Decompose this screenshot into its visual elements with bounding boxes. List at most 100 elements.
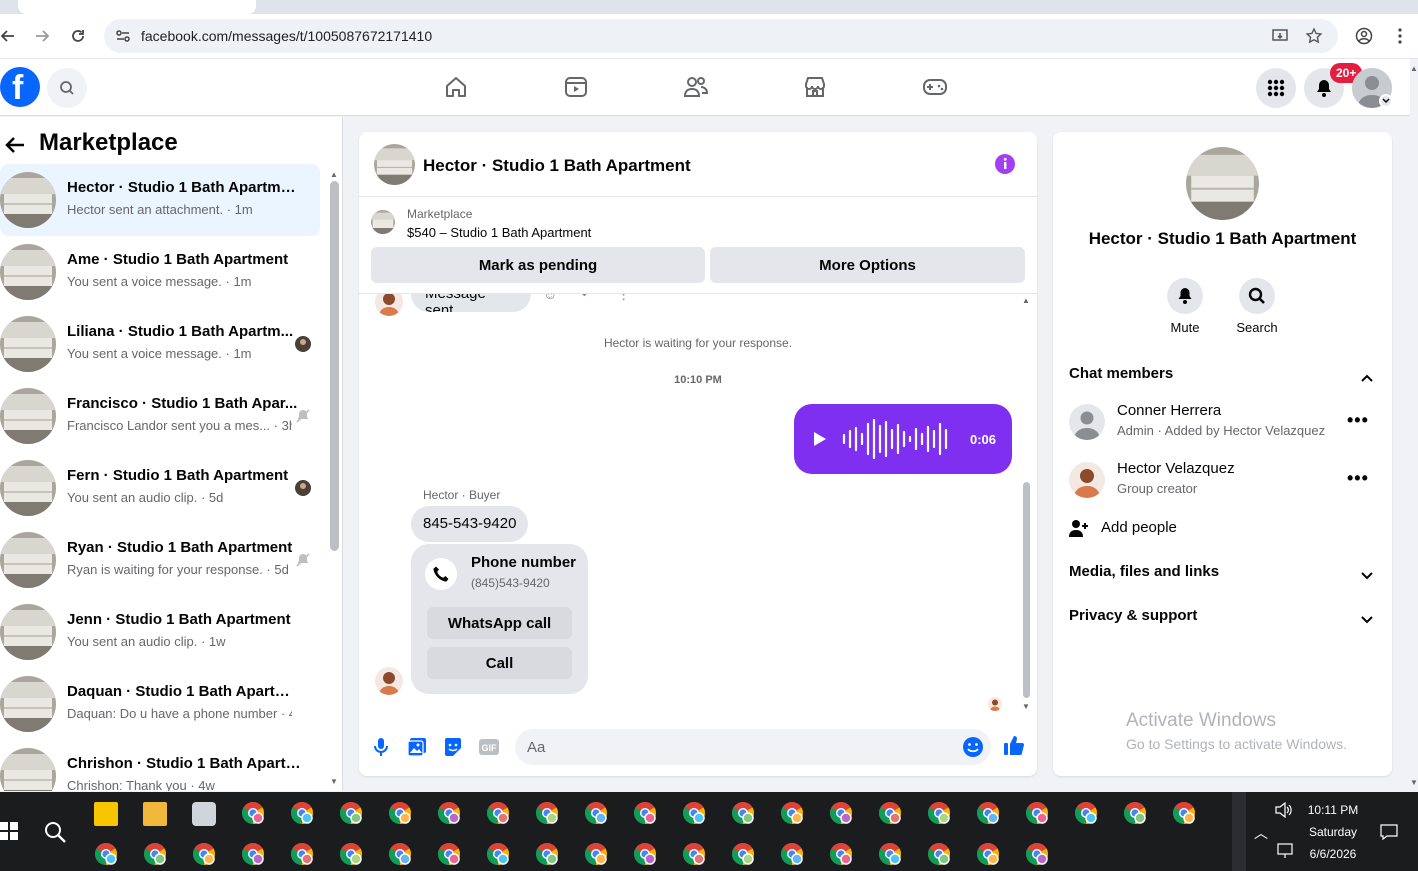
friends-icon[interactable]	[682, 73, 710, 101]
chrome-taskbar-icon[interactable]	[731, 801, 755, 825]
chrome-taskbar-icon[interactable]	[780, 842, 804, 866]
chevron-up-icon[interactable]	[1361, 369, 1373, 386]
listing-thumbnail[interactable]	[374, 144, 415, 185]
chrome-taskbar-icon[interactable]	[976, 842, 1000, 866]
member-avatar[interactable]	[1069, 404, 1105, 440]
sender-avatar[interactable]	[375, 667, 403, 695]
show-hidden-icons-icon[interactable]: ︿	[1254, 823, 1268, 843]
conversation-item[interactable]: Hector · Studio 1 Bath Apartment Hector s…	[0, 164, 320, 236]
chrome-taskbar-icon[interactable]	[143, 842, 167, 866]
play-icon[interactable]	[813, 431, 827, 452]
privacy-support-section[interactable]: Privacy & support	[1069, 607, 1379, 631]
chat-scroll-up-icon[interactable]: ▲	[1022, 296, 1030, 305]
taskbar-scrollbar[interactable]	[1232, 792, 1246, 871]
chrome-taskbar-icon[interactable]	[1074, 801, 1098, 825]
scroll-down-arrow-icon[interactable]: ▼	[330, 777, 340, 787]
chrome-taskbar-icon[interactable]	[486, 842, 510, 866]
conversation-item[interactable]: Ryan · Studio 1 Bath Apartment Ryan is wa…	[0, 524, 320, 596]
video-icon[interactable]	[562, 73, 590, 101]
address-bar[interactable]: facebook.com/messages/t/1005087672171410	[104, 19, 1338, 53]
conversation-item[interactable]: Daquan · Studio 1 Bath Apartment Daquan: …	[0, 668, 320, 740]
chrome-taskbar-icon[interactable]	[535, 801, 559, 825]
back-icon[interactable]	[0, 24, 20, 48]
search-icon[interactable]	[47, 68, 87, 108]
chat-members-section[interactable]: Chat members	[1069, 365, 1379, 389]
chat-scrollbar[interactable]	[1023, 482, 1030, 698]
listing-small-thumbnail[interactable]	[371, 210, 395, 234]
chrome-taskbar-icon[interactable]	[633, 801, 657, 825]
chrome-taskbar-icon[interactable]	[682, 842, 706, 866]
menu-grid-icon[interactable]	[1256, 68, 1296, 108]
message-actions-icon[interactable]: ☺ ↶ ⋮	[543, 294, 641, 303]
mark-as-pending-button[interactable]: Mark as pending	[371, 247, 705, 283]
gaming-icon[interactable]	[921, 73, 949, 101]
call-button[interactable]: Call	[427, 647, 572, 679]
chrome-taskbar-icon[interactable]	[94, 842, 118, 866]
info-icon[interactable]	[994, 153, 1016, 175]
marketplace-icon[interactable]	[801, 73, 829, 101]
chrome-taskbar-icon[interactable]	[241, 842, 265, 866]
windows-start-icon[interactable]	[0, 822, 18, 840]
clock-time[interactable]: 10:11 PM	[1300, 803, 1366, 817]
search-action[interactable]: Search	[1227, 278, 1287, 335]
taskbar-search-icon[interactable]	[43, 820, 67, 844]
chevron-down-icon[interactable]	[1361, 567, 1373, 584]
sidebar-scrollbar[interactable]	[330, 181, 339, 551]
sticky-notes-icon[interactable]	[94, 802, 118, 826]
chrome-taskbar-icon[interactable]	[927, 801, 951, 825]
member-item[interactable]: Hector Velazquez Group creator •••	[1069, 460, 1381, 504]
sender-avatar[interactable]	[375, 294, 403, 316]
chrome-taskbar-icon[interactable]	[633, 842, 657, 866]
conversation-item[interactable]: Jenn · Studio 1 Bath Apartment You sent a…	[0, 596, 320, 668]
file-explorer-icon[interactable]	[143, 802, 167, 826]
chevron-down-icon[interactable]	[1361, 611, 1373, 628]
chrome-taskbar-icon[interactable]	[437, 842, 461, 866]
chrome-taskbar-icon[interactable]	[1025, 801, 1049, 825]
notification-center-icon[interactable]	[1380, 824, 1398, 845]
conversation-item[interactable]: Ame · Studio 1 Bath Apartment You sent a …	[0, 236, 320, 308]
conversation-item[interactable]: Chrishon · Studio 1 Bath Apartm... Chrish…	[0, 740, 320, 791]
member-item[interactable]: Conner Herrera Admin · Added by Hector V…	[1069, 402, 1381, 446]
conversation-item[interactable]: Francisco · Studio 1 Bath Apar... Francis…	[0, 380, 320, 452]
reload-icon[interactable]	[66, 24, 90, 48]
clock-date[interactable]: 6/6/2026	[1300, 847, 1366, 861]
page-scroll-up-icon[interactable]: ▲	[1410, 64, 1418, 73]
sticker-icon[interactable]	[442, 736, 464, 758]
chrome-taskbar-icon[interactable]	[192, 842, 216, 866]
chrome-taskbar-icon[interactable]	[241, 801, 265, 825]
bookmark-star-icon[interactable]	[1304, 26, 1324, 46]
photo-icon[interactable]	[406, 736, 428, 758]
phone-message-bubble[interactable]: 845-543-9420	[411, 506, 529, 542]
more-options-icon[interactable]: •••	[1347, 468, 1369, 489]
chrome-taskbar-icon[interactable]	[339, 801, 363, 825]
add-people-button[interactable]: Add people	[1069, 517, 1269, 541]
chrome-taskbar-icon[interactable]	[290, 842, 314, 866]
forward-icon[interactable]	[30, 24, 54, 48]
chat-title[interactable]: Hector · Studio 1 Bath Apartment	[423, 156, 691, 176]
thumbs-up-icon[interactable]	[1003, 734, 1025, 756]
chat-info-thumbnail[interactable]	[1186, 147, 1259, 220]
profile-icon[interactable]	[1352, 24, 1376, 48]
chrome-taskbar-icon[interactable]	[1172, 801, 1196, 825]
install-app-icon[interactable]	[1270, 26, 1290, 46]
browser-menu-icon[interactable]	[1388, 24, 1412, 48]
more-options-button[interactable]: More Options	[710, 247, 1025, 283]
back-arrow-icon[interactable]	[4, 134, 26, 156]
chrome-taskbar-icon[interactable]	[1025, 842, 1049, 866]
emoji-icon[interactable]	[962, 736, 984, 758]
scroll-up-arrow-icon[interactable]: ▲	[330, 170, 340, 180]
member-avatar[interactable]	[1069, 462, 1105, 498]
site-settings-icon[interactable]	[114, 27, 132, 45]
chrome-taskbar-icon[interactable]	[339, 842, 363, 866]
chrome-taskbar-icon[interactable]	[584, 801, 608, 825]
bell-icon[interactable]	[1167, 278, 1203, 314]
network-icon[interactable]	[1277, 843, 1295, 864]
volume-icon[interactable]	[1275, 801, 1293, 823]
chrome-taskbar-icon[interactable]	[731, 842, 755, 866]
account-chevron-icon[interactable]	[1379, 94, 1393, 108]
microphone-icon[interactable]	[370, 736, 392, 758]
whatsapp-call-button[interactable]: WhatsApp call	[427, 607, 572, 639]
chrome-taskbar-icon[interactable]	[388, 842, 412, 866]
chrome-taskbar-icon[interactable]	[535, 842, 559, 866]
media-files-section[interactable]: Media, files and links	[1069, 563, 1379, 587]
